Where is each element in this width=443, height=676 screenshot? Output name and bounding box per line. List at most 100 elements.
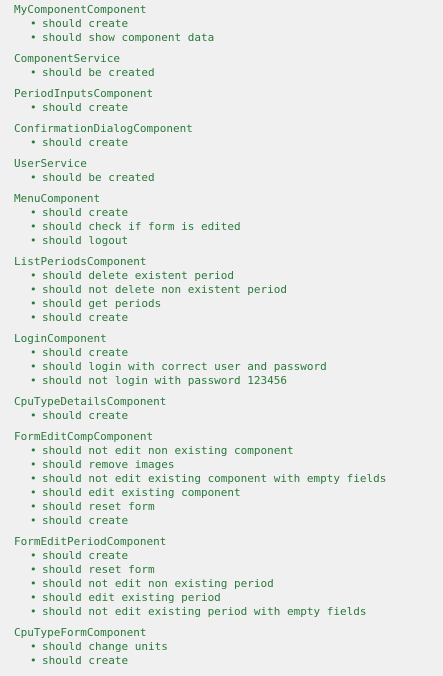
spec-label: should create <box>42 549 129 562</box>
spec-item: • should delete existent period <box>28 269 443 283</box>
spec-item: • should create <box>28 346 443 360</box>
spec-list: • should create <box>14 409 443 423</box>
spec-item: • should create <box>28 206 443 220</box>
spec-item: • should create <box>28 311 443 325</box>
bullet-icon: • <box>30 563 37 576</box>
spec-item: • should not edit existing component with… <box>28 472 443 486</box>
bullet-icon: • <box>30 31 37 44</box>
spec-label: should check if form is edited <box>42 220 241 233</box>
suite-title: CpuTypeFormComponent <box>14 626 147 639</box>
spec-item: • should not delete non existent period <box>28 283 443 297</box>
spec-item: • should create <box>28 549 443 563</box>
bullet-icon: • <box>30 234 37 247</box>
bullet-icon: • <box>30 66 37 79</box>
spec-item: • should get periods <box>28 297 443 311</box>
suite-title: CpuTypeDetailsComponent <box>14 395 167 408</box>
spec-label: should not edit non existing component <box>42 444 294 457</box>
bullet-icon: • <box>30 269 37 282</box>
spec-item: • should show component data <box>28 31 443 45</box>
spec-label: should create <box>42 654 129 667</box>
spec-item: • should not edit non existing period <box>28 577 443 591</box>
bullet-icon: • <box>30 311 37 324</box>
spec-item: • should reset form <box>28 563 443 577</box>
spec-label: should create <box>42 311 129 324</box>
spec-item: • should create <box>28 136 443 150</box>
test-suite: ListPeriodsComponent • should delete exist… <box>14 255 443 325</box>
spec-item: • should create <box>28 17 443 31</box>
spec-list: • should create • should show component dat… <box>14 17 443 45</box>
spec-label: should not edit existing period with emp… <box>42 605 367 618</box>
spec-label: should create <box>42 206 129 219</box>
spec-label: should create <box>42 514 129 527</box>
test-suite: ConfirmationDialogComponent • should creat… <box>14 122 443 150</box>
spec-item: • should create <box>28 101 443 115</box>
spec-label: should logout <box>42 234 129 247</box>
bullet-icon: • <box>30 444 37 457</box>
bullet-icon: • <box>30 605 37 618</box>
suite-title: ComponentService <box>14 52 120 65</box>
spec-label: should change units <box>42 640 168 653</box>
spec-label: should create <box>42 409 129 422</box>
bullet-icon: • <box>30 654 37 667</box>
suite-title: ListPeriodsComponent <box>14 255 147 268</box>
bullet-icon: • <box>30 360 37 373</box>
bullet-icon: • <box>30 500 37 513</box>
spec-label: should not edit non existing period <box>42 577 274 590</box>
spec-label: should not delete non existent period <box>42 283 288 296</box>
spec-label: should delete existent period <box>42 269 235 282</box>
spec-list: • should be created <box>14 66 443 80</box>
spec-item: • should create <box>28 409 443 423</box>
bullet-icon: • <box>30 283 37 296</box>
spec-list: • should create <box>14 101 443 115</box>
spec-label: should be created <box>42 171 155 184</box>
bullet-icon: • <box>30 17 37 30</box>
spec-label: should show component data <box>42 31 215 44</box>
bullet-icon: • <box>30 486 37 499</box>
test-suite: FormEditCompComponent • should not edit no… <box>14 430 443 528</box>
spec-label: should not login with password 123456 <box>42 374 288 387</box>
suite-title: UserService <box>14 157 87 170</box>
spec-item: • should create <box>28 514 443 528</box>
spec-label: should edit existing component <box>42 486 241 499</box>
spec-item: • should logout <box>28 234 443 248</box>
spec-item: • should not edit non existing component <box>28 444 443 458</box>
test-suite: LoginComponent • should create • should logi… <box>14 332 443 388</box>
suite-title: MyComponentComponent <box>14 3 147 16</box>
test-suite: ComponentService • should be created <box>14 52 443 80</box>
bullet-icon: • <box>30 549 37 562</box>
suite-title: FormEditPeriodComponent <box>14 535 167 548</box>
spec-label: should create <box>42 136 129 149</box>
spec-label: should remove images <box>42 458 175 471</box>
bullet-icon: • <box>30 346 37 359</box>
test-suite: UserService • should be created <box>14 157 443 185</box>
bullet-icon: • <box>30 220 37 233</box>
test-suite: MyComponentComponent • should create • shoul… <box>14 3 443 45</box>
bullet-icon: • <box>30 591 37 604</box>
spec-list: • should create • should reset form • should … <box>14 549 443 619</box>
spec-item: • should reset form <box>28 500 443 514</box>
bullet-icon: • <box>30 577 37 590</box>
bullet-icon: • <box>30 472 37 485</box>
suite-title: LoginComponent <box>14 332 107 345</box>
spec-item: • should login with correct user and pass… <box>28 360 443 374</box>
spec-item: • should edit existing period <box>28 591 443 605</box>
spec-list: • should create <box>14 136 443 150</box>
spec-list: • should not edit non existing component •… <box>14 444 443 528</box>
spec-label: should create <box>42 17 129 30</box>
bullet-icon: • <box>30 514 37 527</box>
suite-title: PeriodInputsComponent <box>14 87 154 100</box>
spec-label: should reset form <box>42 563 155 576</box>
suite-title: MenuComponent <box>14 192 101 205</box>
spec-list: • should be created <box>14 171 443 185</box>
spec-item: • should change units <box>28 640 443 654</box>
bullet-icon: • <box>30 171 37 184</box>
bullet-icon: • <box>30 374 37 387</box>
spec-label: should not edit existing component with … <box>42 472 387 485</box>
spec-label: should be created <box>42 66 155 79</box>
suite-title: FormEditCompComponent <box>14 430 154 443</box>
bullet-icon: • <box>30 409 37 422</box>
bullet-icon: • <box>30 458 37 471</box>
spec-list: • should delete existent period • should no… <box>14 269 443 325</box>
test-suite: CpuTypeFormComponent • should change units… <box>14 626 443 668</box>
test-suite: PeriodInputsComponent • should create <box>14 87 443 115</box>
